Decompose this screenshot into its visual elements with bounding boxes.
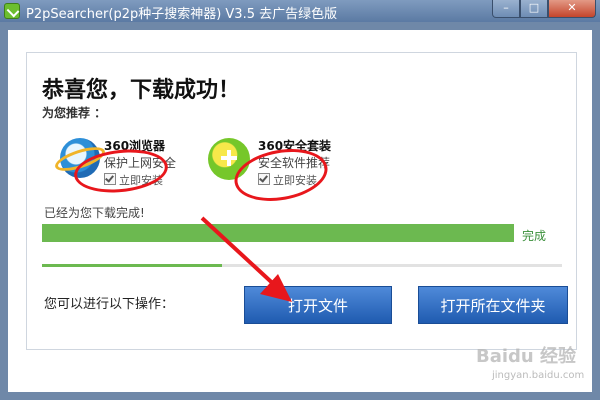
success-headline: 恭喜您，下载成功！ [42,78,241,103]
annotation-arrow [200,216,292,302]
divider-accent [42,264,222,267]
watermark-url: jingyan.baidu.com [492,370,585,381]
download-status: 已经为您下载完成! [44,206,145,220]
maximize-button[interactable]: □ [520,0,548,18]
open-folder-button[interactable]: 打开所在文件夹 [418,286,568,324]
app-icon [4,3,20,19]
progress-label: 完成 [522,229,547,243]
minimize-button[interactable]: – [492,0,520,18]
recommend-label: 为您推荐 ： [42,106,107,120]
watermark: Baidu 经验 [476,346,577,367]
title-bar: P2pSearcher(p2p种子搜索神器) V3.5 去广告绿色版 – □ ✕ [0,0,600,22]
close-button[interactable]: ✕ [548,0,596,18]
plus-icon [221,150,237,166]
window-title: P2pSearcher(p2p种子搜索神器) V3.5 去广告绿色版 [26,7,338,22]
arrow-shaft [200,216,282,292]
operations-label: 您可以进行以下操作： [44,297,175,312]
